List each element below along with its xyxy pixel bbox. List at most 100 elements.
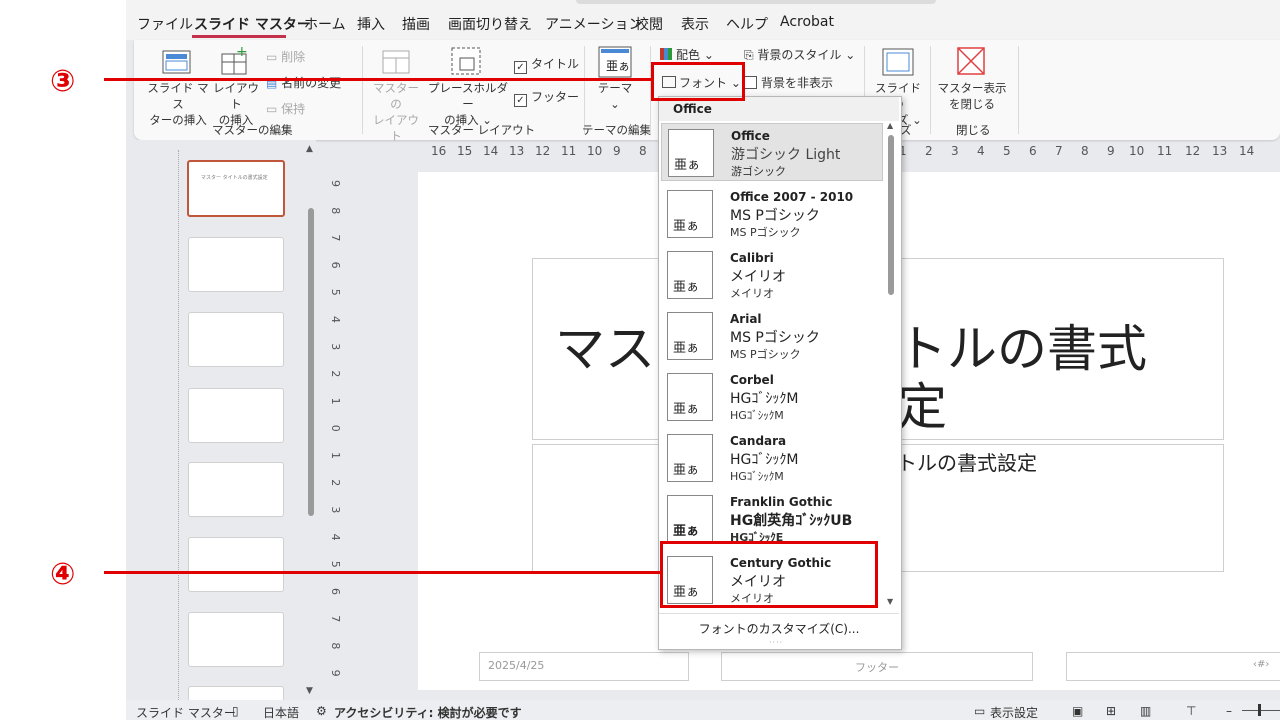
- footer-placeholder[interactable]: フッター: [721, 652, 1033, 681]
- insert-layout-button[interactable]: レイアウト の挿入: [212, 80, 260, 128]
- normal-view-icon[interactable]: ▣: [1072, 704, 1083, 718]
- slide-thumbnail-layout[interactable]: [188, 686, 284, 701]
- thumbnail-panel: マスター タイトルの書式設定: [126, 140, 316, 701]
- slide-thumbnail-layout[interactable]: [188, 312, 284, 367]
- footer-checkbox[interactable]: ✓ フッター: [514, 88, 579, 107]
- font-theme-name: Office 2007 - 2010: [730, 190, 854, 204]
- font-theme-item[interactable]: 亜ぁ Calibri メイリオ メイリオ: [661, 246, 883, 304]
- ruler-tick-label: 14: [1239, 144, 1254, 158]
- slide-size-icon: [882, 48, 914, 76]
- resize-handle-icon[interactable]: ····: [769, 638, 783, 647]
- footer-text: フッター: [855, 661, 899, 674]
- tab-slide-master[interactable]: スライド マスター: [194, 14, 311, 34]
- tab-acrobat[interactable]: Acrobat: [780, 14, 834, 30]
- close-master-button[interactable]: マスター表示 を閉じる: [934, 80, 1010, 112]
- annotation-marker-4: ④: [50, 557, 76, 592]
- tab-review[interactable]: 校閲: [635, 14, 663, 34]
- presentation-view-icon[interactable]: ⊤: [1186, 704, 1196, 718]
- tab-transitions[interactable]: 画面切り替え: [448, 14, 532, 34]
- ruler-tick-label: 3: [951, 144, 959, 158]
- tab-insert[interactable]: 挿入: [357, 14, 385, 34]
- ruler-tick-label: 11: [561, 144, 576, 158]
- reading-view-icon[interactable]: ▥: [1140, 704, 1151, 718]
- slide-thumbnail-master[interactable]: マスター タイトルの書式設定: [187, 160, 285, 217]
- font-theme-item[interactable]: 亜ぁ Office 2007 - 2010 MS Pゴシック MS Pゴシック: [661, 185, 883, 243]
- ruler-tick-label: 0: [329, 425, 342, 432]
- scroll-down-icon[interactable]: ▼: [306, 686, 313, 696]
- tab-home[interactable]: ホーム: [304, 14, 346, 34]
- font-heading-name: MS Pゴシック: [730, 208, 820, 224]
- font-preview-icon: 亜ぁ: [667, 373, 713, 421]
- insert-master-button[interactable]: スライド マス ターの挿入: [146, 80, 210, 128]
- page-number-placeholder[interactable]: ‹#›: [1066, 652, 1280, 681]
- font-body-name: メイリオ: [730, 287, 774, 300]
- tab-help[interactable]: ヘルプ: [726, 14, 768, 34]
- background-style-icon: ⎘: [744, 48, 758, 62]
- tab-file[interactable]: ファイル: [137, 14, 193, 34]
- slide-thumbnail-layout[interactable]: [188, 612, 284, 667]
- scroll-up-icon[interactable]: ▲: [306, 144, 313, 154]
- background-style-button[interactable]: ⎘ 背景のスタイル ⌄: [744, 46, 855, 63]
- title-checkbox[interactable]: ✓ タイトル: [514, 55, 579, 74]
- font-theme-item[interactable]: 亜ぁ Candara HGｺﾞｼｯｸM HGｺﾞｼｯｸM: [661, 429, 883, 487]
- slide-sorter-icon[interactable]: ⊞: [1106, 704, 1116, 718]
- accessibility-icon[interactable]: ⚙: [316, 704, 327, 718]
- font-heading-name: HG創英角ｺﾞｼｯｸUB: [730, 513, 853, 529]
- zoom-slider[interactable]: [1242, 710, 1280, 711]
- insert-placeholder-button[interactable]: プレースホルダー の挿入 ⌄: [428, 80, 508, 128]
- font-theme-item[interactable]: 亜ぁ Franklin Gothic HG創英角ｺﾞｼｯｸUB HGｺﾞｼｯｸE: [661, 490, 883, 548]
- status-language[interactable]: 日本語: [263, 704, 299, 721]
- font-theme-name: Arial: [730, 312, 762, 326]
- tab-draw[interactable]: 描画: [402, 14, 430, 34]
- title-text-left: マス: [555, 320, 655, 378]
- annotation-marker-3: ③: [50, 64, 76, 99]
- insert-layout-icon: +: [220, 44, 250, 76]
- thumbnail-scrollbar[interactable]: ▲ ▼: [306, 140, 316, 700]
- font-preview-icon: 亜ぁ: [667, 434, 713, 482]
- theme-icon: 亜ぁ: [598, 46, 632, 78]
- slide-thumbnail-layout[interactable]: [188, 537, 284, 592]
- tab-view[interactable]: 表示: [681, 14, 709, 34]
- hide-background-checkbox[interactable]: 背景を非表示: [744, 74, 833, 91]
- font-preview-sample: 亜ぁ: [673, 463, 700, 478]
- thumb-title-text: マスター タイトルの書式設定: [201, 175, 268, 181]
- slide-thumbnail-layout[interactable]: [188, 462, 284, 517]
- ruler-tick-label: 6: [329, 262, 342, 269]
- master-layout-button[interactable]: マスターの レイアウト: [370, 80, 422, 144]
- font-theme-item[interactable]: 亜ぁ Office 游ゴシック Light 游ゴシック: [661, 123, 883, 181]
- status-accessibility[interactable]: アクセシビリティ: 検討が必要です: [334, 704, 522, 721]
- rename-button[interactable]: ▤ 名前の変更: [266, 74, 341, 91]
- delete-label: 削除: [281, 50, 306, 64]
- zoom-slider-thumb[interactable]: [1258, 704, 1261, 716]
- font-preview-sample: 亜ぁ: [673, 524, 700, 539]
- ruler-tick-label: 9: [329, 670, 342, 677]
- dropdown-scroll-down-icon[interactable]: ▼: [887, 597, 893, 606]
- vertical-ruler: 9 8 7 6 5 4 3 2 1 0 1 2 3 4 5 6 7 8 9: [329, 170, 343, 700]
- ruler-tick-label: 3: [329, 343, 342, 350]
- scrollbar-thumb[interactable]: [308, 208, 314, 516]
- date-placeholder[interactable]: 2025/4/25: [479, 652, 689, 681]
- ruler-tick-label: 10: [587, 144, 602, 158]
- zoom-out-icon[interactable]: –: [1226, 704, 1232, 718]
- ruler-tick-label: 6: [1029, 144, 1037, 158]
- delete-button[interactable]: ▭ 削除: [266, 48, 305, 65]
- font-theme-item[interactable]: 亜ぁ Arial MS Pゴシック MS Pゴシック: [661, 307, 883, 365]
- tab-animations[interactable]: アニメーション: [545, 14, 642, 34]
- svg-text:+: +: [236, 46, 248, 60]
- ruler-tick-label: 5: [1003, 144, 1011, 158]
- dropdown-scrollbar[interactable]: ▲ ▼: [885, 121, 897, 611]
- font-theme-item[interactable]: 亜ぁ Corbel HGｺﾞｼｯｸM HGｺﾞｼｯｸM: [661, 368, 883, 426]
- preserve-button[interactable]: ▭ 保持: [266, 100, 305, 117]
- theme-button[interactable]: テーマ ⌄: [594, 80, 636, 112]
- dropdown-scroll-up-icon[interactable]: ▲: [887, 121, 893, 130]
- slide-thumbnail-layout[interactable]: [188, 388, 284, 443]
- notes-icon[interactable]: ▯: [232, 704, 239, 718]
- display-settings-button[interactable]: 表示設定: [990, 704, 1038, 721]
- ruler-tick-label: 8: [639, 144, 647, 158]
- slide-thumbnail-layout[interactable]: [188, 237, 284, 292]
- ruler-tick-label: 12: [1185, 144, 1200, 158]
- display-settings-icon[interactable]: ▭: [974, 704, 985, 718]
- font-preview-sample: 亜ぁ: [674, 158, 701, 173]
- colors-button[interactable]: 配色 ⌄: [660, 46, 714, 63]
- dropdown-scroll-thumb[interactable]: [888, 135, 894, 295]
